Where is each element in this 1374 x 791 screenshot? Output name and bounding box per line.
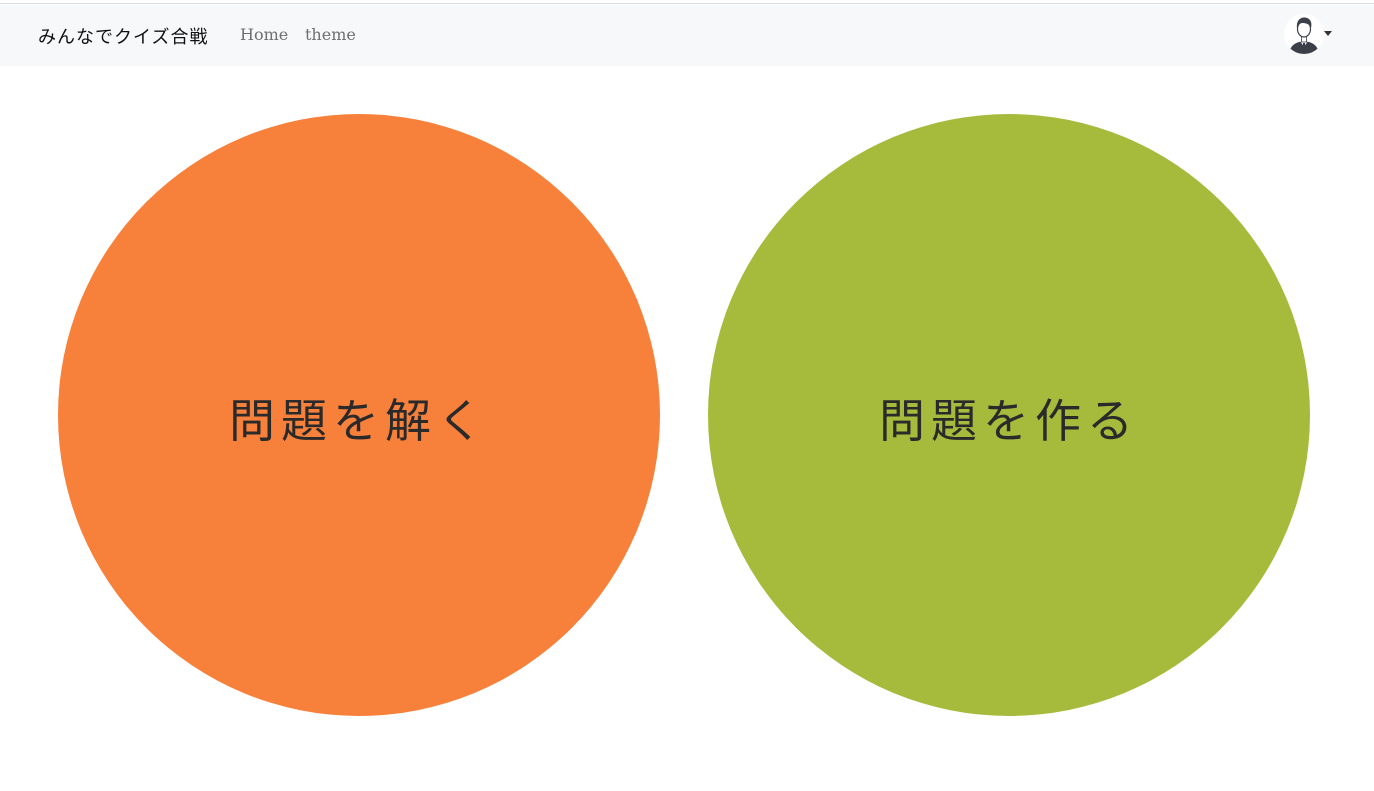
- solve-quiz-button[interactable]: 問題を解く: [58, 114, 660, 716]
- user-avatar-icon: [1284, 14, 1324, 54]
- top-rule: [0, 0, 1374, 4]
- nav-link-theme[interactable]: theme: [305, 25, 356, 44]
- brand-link[interactable]: みんなでクイズ合戦: [38, 23, 208, 49]
- nav-link-home[interactable]: Home: [240, 25, 288, 44]
- create-quiz-label: 問題を作る: [879, 394, 1139, 448]
- navbar: みんなでクイズ合戦 Home theme: [0, 5, 1374, 66]
- user-menu-dropdown[interactable]: [1284, 14, 1334, 56]
- create-quiz-button[interactable]: 問題を作る: [708, 114, 1310, 716]
- solve-quiz-label: 問題を解く: [229, 394, 489, 448]
- chevron-down-icon: [1324, 31, 1332, 36]
